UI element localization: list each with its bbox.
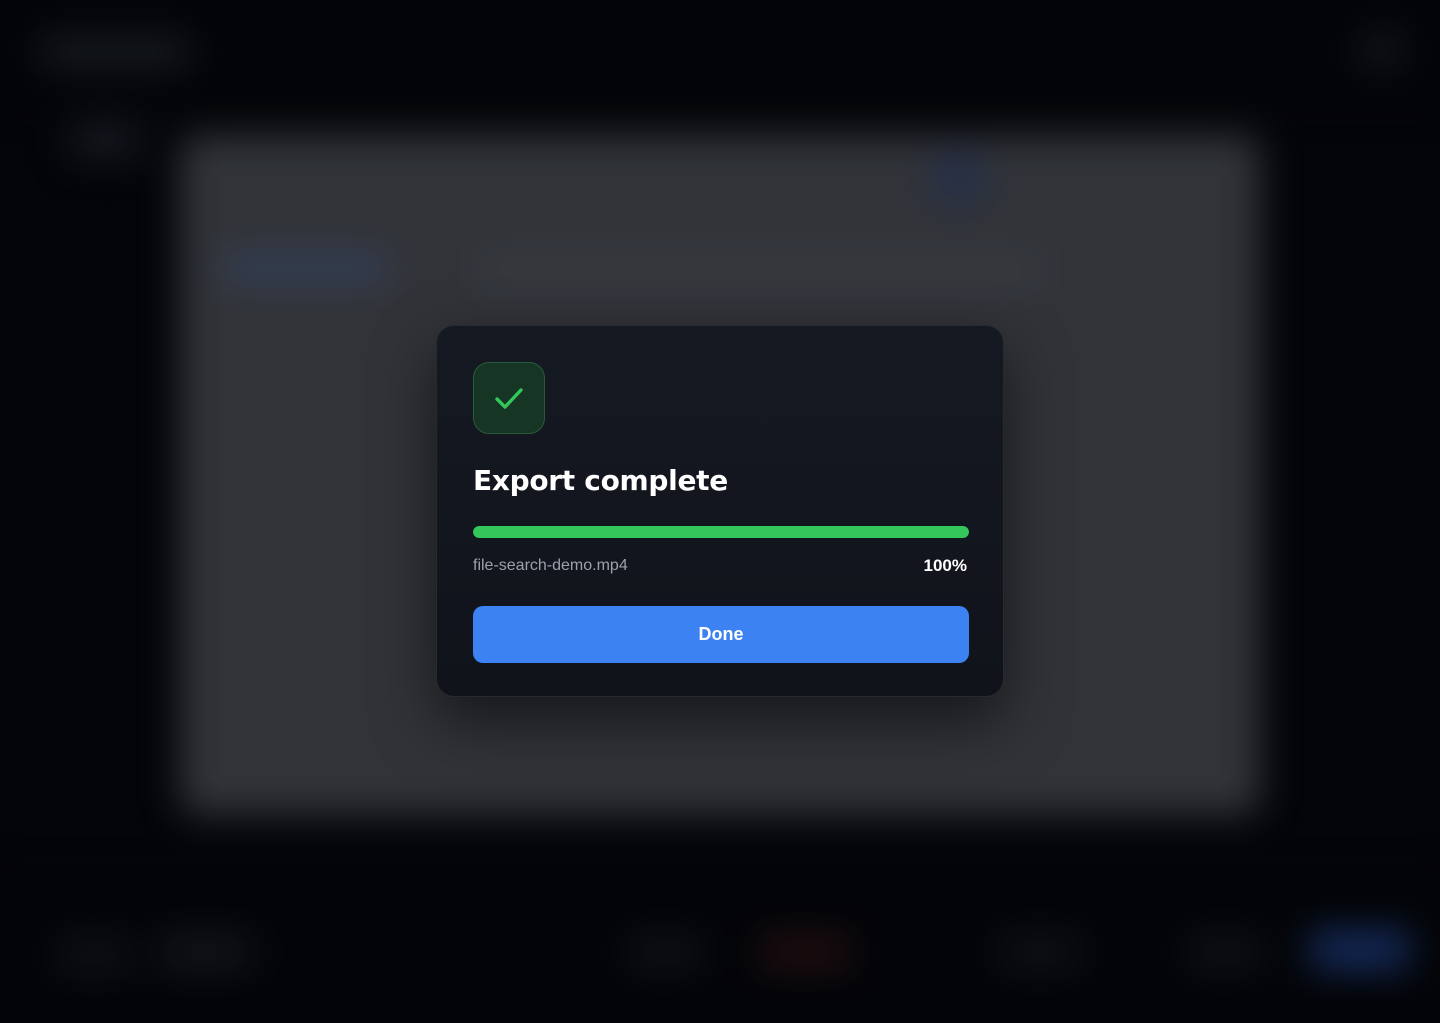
- export-progress-bar: [473, 526, 969, 538]
- success-badge: [473, 362, 545, 434]
- export-complete-dialog: Export complete file-search-demo.mp4 100…: [436, 325, 1004, 697]
- dialog-title: Export complete: [473, 464, 728, 497]
- progress-meta: file-search-demo.mp4 100%: [473, 554, 967, 578]
- app-window: Export complete file-search-demo.mp4 100…: [0, 0, 1440, 1023]
- done-button[interactable]: Done: [473, 606, 969, 663]
- progress-percent: 100%: [923, 556, 967, 575]
- export-file-name: file-search-demo.mp4: [473, 557, 628, 574]
- export-progress-fill: [473, 526, 969, 538]
- checkmark-icon: [495, 388, 523, 409]
